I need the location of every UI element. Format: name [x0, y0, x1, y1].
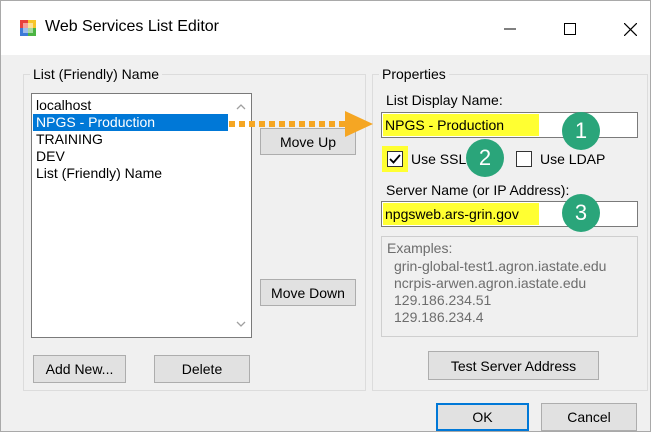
example-line: grin-global-test1.agron.iastate.edu — [394, 258, 607, 274]
test-server-address-button[interactable]: Test Server Address — [428, 351, 599, 380]
list-display-name-value: NPGS - Production — [383, 114, 539, 136]
close-icon — [623, 22, 637, 36]
minimize-icon — [504, 28, 516, 30]
web-services-listbox[interactable]: localhost NPGS - Production TRAINING DEV Lis… — [31, 93, 252, 338]
delete-button[interactable]: Delete — [154, 355, 250, 383]
examples-box: Examples: grin-global-test1.agron.iastat… — [381, 236, 638, 337]
annotation-badge-3: 3 — [562, 194, 600, 232]
checkmark-icon — [389, 154, 401, 164]
server-name-value: npgsweb.ars-grin.gov — [383, 203, 539, 225]
chevron-down-icon — [236, 321, 246, 327]
list-item[interactable]: localhost — [33, 97, 228, 114]
list-item[interactable]: DEV — [33, 148, 228, 165]
move-down-button[interactable]: Move Down — [260, 279, 356, 306]
ok-button[interactable]: OK — [436, 403, 529, 431]
minimize-button[interactable] — [487, 11, 533, 47]
cancel-button[interactable]: Cancel — [541, 403, 637, 431]
annotation-badge-1: 1 — [562, 112, 600, 150]
use-ldap-label: Use LDAP — [540, 151, 606, 167]
example-line: 129.186.234.4 — [394, 309, 484, 325]
examples-title: Examples: — [387, 240, 453, 256]
dialog-window: Web Services List Editor List (Friendly)… — [0, 0, 651, 432]
list-items: localhost NPGS - Production TRAINING DEV Lis… — [33, 97, 228, 182]
maximize-icon — [564, 23, 576, 35]
maximize-button[interactable] — [547, 11, 593, 47]
list-item[interactable]: NPGS - Production — [33, 114, 228, 131]
window-title: Web Services List Editor — [45, 18, 219, 35]
example-line: 129.186.234.51 — [394, 292, 492, 308]
annotation-arrow-icon — [229, 111, 373, 137]
scroll-down-arrow[interactable] — [232, 315, 250, 333]
add-new-button[interactable]: Add New... — [33, 355, 126, 383]
use-ldap-checkbox[interactable] — [516, 151, 532, 167]
close-button[interactable] — [607, 11, 650, 47]
title-bar[interactable]: Web Services List Editor — [1, 1, 650, 55]
annotation-badge-2: 2 — [466, 139, 504, 177]
use-ssl-checkbox[interactable] — [387, 151, 403, 167]
properties-group-label: Properties — [379, 65, 449, 83]
server-name-label: Server Name (or IP Address): — [386, 182, 570, 198]
example-line: ncrpis-arwen.agron.iastate.edu — [394, 275, 587, 291]
use-ssl-label: Use SSL — [411, 151, 467, 167]
list-item[interactable]: TRAINING — [33, 131, 228, 148]
list-name-group-label: List (Friendly) Name — [30, 65, 163, 83]
list-item[interactable]: List (Friendly) Name — [33, 165, 228, 182]
list-display-name-label: List Display Name: — [386, 92, 503, 108]
app-icon — [19, 19, 37, 37]
